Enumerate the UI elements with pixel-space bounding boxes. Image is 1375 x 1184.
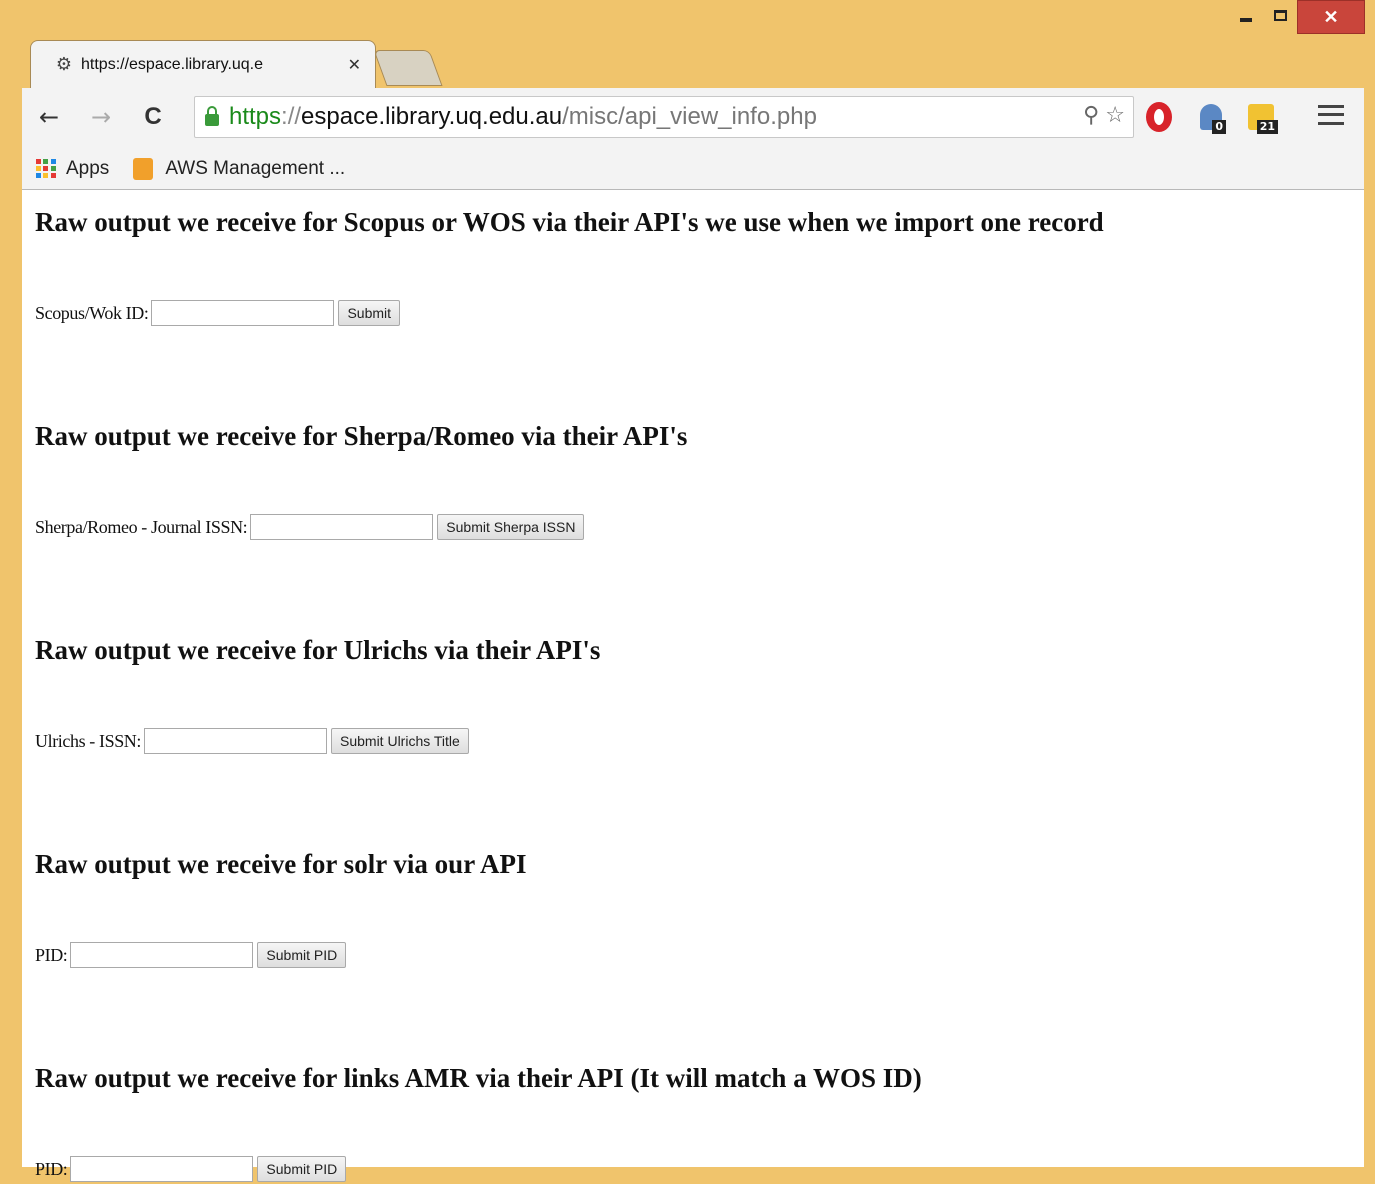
section-ulrichs: Raw output we receive for Ulrichs via th… [35,618,1364,756]
ulrichs-issn-input[interactable] [144,728,327,754]
forward-button[interactable]: → [86,102,116,132]
minimize-button[interactable] [1229,0,1263,30]
field-label: Scopus/Wok ID: [35,302,149,323]
favicon-icon: ⚙ [55,54,73,75]
submit-pid-button[interactable]: Submit PID [257,942,347,968]
form-row: Scopus/Wok ID: Submit [35,298,1364,328]
form-row: PID: Submit PID [35,1154,1364,1184]
new-tab-button[interactable] [373,50,443,86]
opera-extension-button[interactable] [1142,100,1176,134]
maximize-button[interactable] [1263,0,1297,30]
tab-strip: ⚙ https://espace.library.uq.e ✕ [30,40,530,88]
tab-close-icon[interactable]: ✕ [348,55,361,74]
form-row: PID: Submit PID [35,940,1364,970]
apps-grid-icon [36,158,56,179]
field-label: PID: [35,944,68,965]
submit-ulrichs-title-button[interactable]: Submit Ulrichs Title [331,728,469,754]
opera-icon [1146,102,1172,132]
section-heading: Raw output we receive for Ulrichs via th… [35,635,601,665]
lock-icon [205,106,219,126]
section-scopus-wos: Raw output we receive for Scopus or WOS … [35,190,1364,328]
ghostery-extension-button[interactable]: 0 [1194,100,1228,134]
address-bar[interactable]: https://espace.library.uq.edu.au/misc/ap… [194,96,1134,138]
forward-arrow-icon: → [90,103,112,131]
ghostery-icon: 0 [1200,104,1226,134]
field-label: Sherpa/Romeo - Journal ISSN: [35,516,248,537]
back-arrow-icon: ← [38,103,60,131]
browser-menu-icon[interactable] [1318,102,1344,128]
tab-title: https://espace.library.uq.e [81,55,264,73]
zoom-icon[interactable]: ⚲ [1083,103,1099,128]
ghostery-badge: 0 [1212,120,1226,134]
bookmark-star-icon[interactable]: ☆ [1105,103,1125,128]
tab-active[interactable]: ⚙ https://espace.library.uq.e ✕ [30,40,376,88]
amr-pid-input[interactable] [70,1156,254,1182]
sherpa-issn-input[interactable] [250,514,434,540]
browser-window: ✕ ⚙ https://espace.library.uq.e ✕ ← → C … [0,0,1375,1182]
reload-button[interactable]: C [138,102,168,132]
close-window-button[interactable]: ✕ [1297,0,1365,34]
minimize-icon [1240,18,1252,22]
omnibox-icons: ⚲ ☆ [1083,103,1125,128]
reload-icon: C [144,103,162,130]
form-row: Ulrichs - ISSN: Submit Ulrichs Title [35,726,1364,756]
field-label: Ulrichs - ISSN: [35,730,141,751]
maximize-icon [1273,9,1287,21]
scopus-wok-id-input[interactable] [151,300,335,326]
bookmark-apps[interactable]: Apps [36,158,109,180]
close-icon: ✕ [1323,6,1339,27]
browser-toolbar: ← → C https://espace.library.uq.edu.au/m… [22,88,1364,148]
section-heading: Raw output we receive for Scopus or WOS … [35,207,1104,237]
submit-sherpa-issn-button[interactable]: Submit Sherpa ISSN [437,514,585,540]
window-controls: ✕ [1229,0,1365,42]
mail-extension-button[interactable]: 21 [1244,100,1278,134]
section-solr: Raw output we receive for solr via our A… [35,832,1364,970]
mail-badge: 21 [1256,120,1278,134]
submit-button[interactable]: Submit [338,300,401,326]
form-row: Sherpa/Romeo - Journal ISSN: Submit Sher… [35,512,1364,542]
bookmarks-bar: Apps AWS Management ... [22,148,1364,190]
solr-pid-input[interactable] [70,942,254,968]
section-heading: Raw output we receive for Sherpa/Romeo v… [35,421,688,451]
bookmark-apps-label: Apps [66,157,110,179]
aws-cube-icon [133,157,154,180]
section-heading: Raw output we receive for links AMR via … [35,1063,922,1093]
back-button[interactable]: ← [34,102,64,132]
section-links-amr: Raw output we receive for links AMR via … [35,1046,1364,1184]
url-text: https://espace.library.uq.edu.au/misc/ap… [229,103,817,130]
section-sherpa-romeo: Raw output we receive for Sherpa/Romeo v… [35,404,1364,542]
section-heading: Raw output we receive for solr via our A… [35,849,527,879]
field-label: PID: [35,1158,68,1179]
page-content: Raw output we receive for Scopus or WOS … [22,190,1364,1182]
bookmark-aws-label: AWS Management ... [165,157,346,179]
submit-pid-button[interactable]: Submit PID [257,1156,347,1182]
bookmark-aws[interactable]: AWS Management ... [133,157,346,180]
mail-icon: 21 [1248,104,1278,134]
